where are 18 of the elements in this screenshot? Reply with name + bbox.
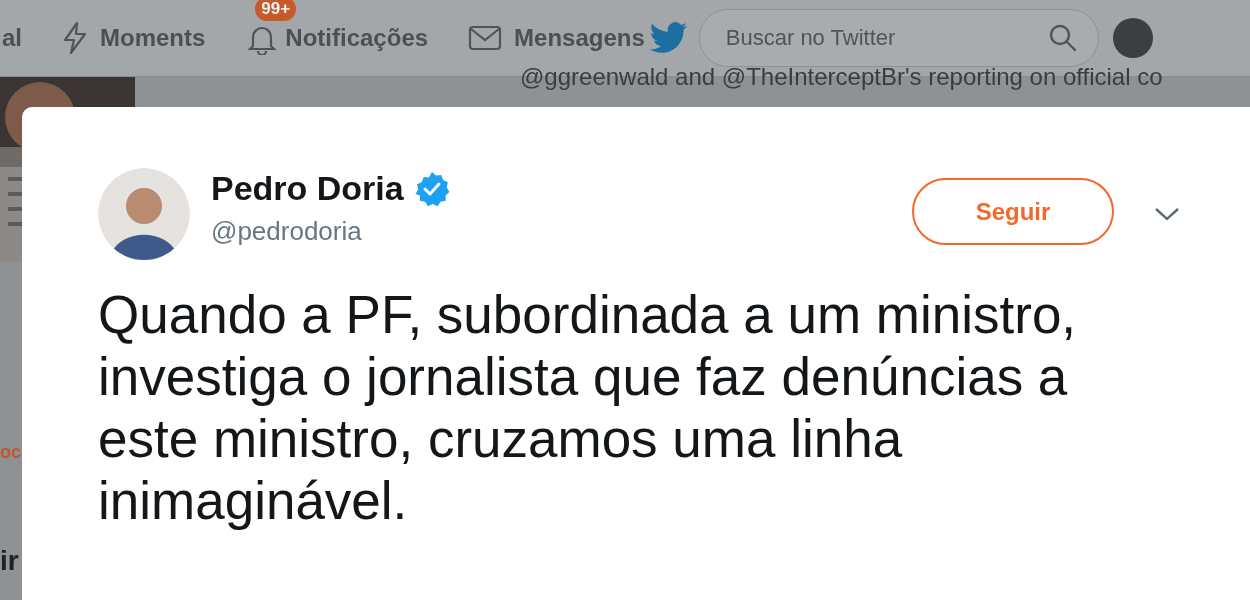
follow-button[interactable]: Seguir bbox=[912, 178, 1114, 245]
author-handle: @pedrodoria bbox=[211, 216, 363, 247]
search-field[interactable]: Buscar no Twitter bbox=[698, 9, 1099, 67]
search-input[interactable]: Buscar no Twitter bbox=[723, 24, 1048, 52]
tweet-text: Quando a PF, subordinada a um ministro, investiga o jornalista que faz denúncias a este ministro, cruzamos uma linha inimaginável. bbox=[98, 284, 1078, 532]
side-heading: ir bbox=[0, 545, 19, 577]
mail-icon bbox=[468, 24, 503, 52]
nav-link[interactable]: al bbox=[2, 24, 22, 52]
nav-link[interactable]: Moments bbox=[100, 24, 206, 52]
account-avatar[interactable] bbox=[1112, 18, 1153, 58]
nav-link[interactable]: Notificações bbox=[285, 24, 429, 52]
notification-count: 99+ bbox=[255, 0, 297, 21]
avatar-icon bbox=[98, 168, 190, 260]
nav-link[interactable]: Mensagens bbox=[514, 24, 645, 52]
author-name: Pedro Doria bbox=[211, 169, 404, 208]
caret-icon[interactable] bbox=[1154, 206, 1180, 222]
lightning-icon bbox=[62, 21, 88, 55]
search-icon[interactable] bbox=[1047, 23, 1078, 53]
